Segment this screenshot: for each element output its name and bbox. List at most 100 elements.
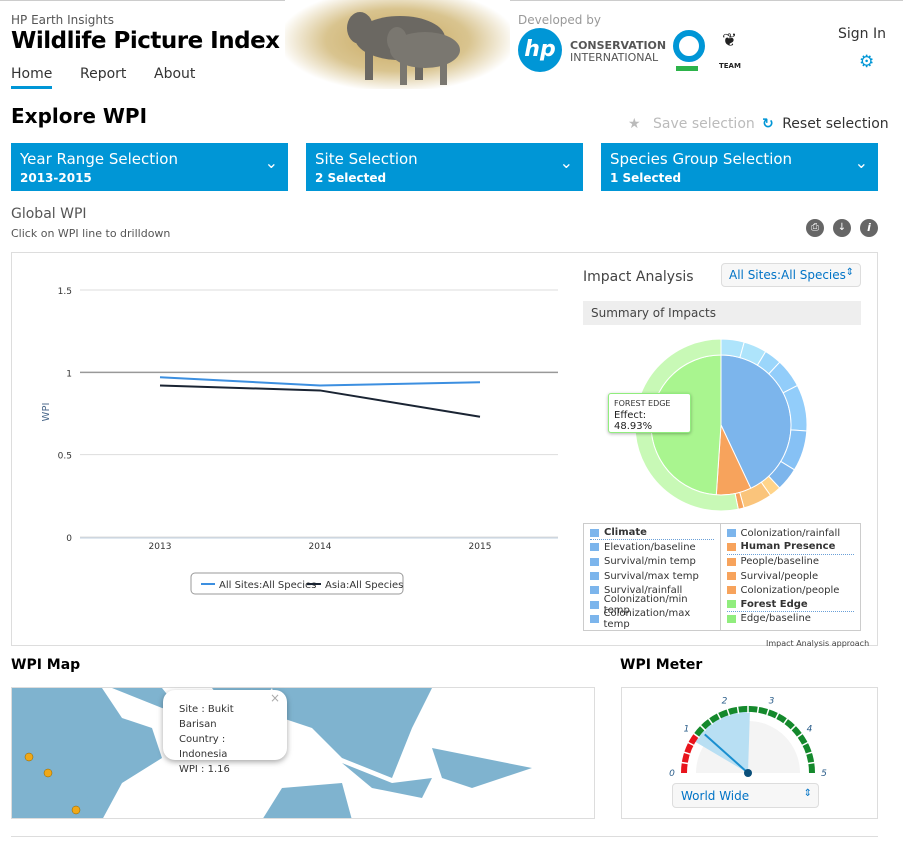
drilldown-hint: Click on WPI line to drilldown [11, 227, 171, 240]
gauge-pivot [744, 769, 752, 777]
legend-swatch [726, 614, 736, 623]
legend-label: Colonization/max temp [603, 607, 691, 630]
popup-site: Site : Bukit Barisan [179, 704, 234, 730]
print-icon[interactable]: ⎙ [806, 219, 824, 237]
legend-swatch [590, 572, 599, 581]
legend-item[interactable]: Colonization/max temp [590, 608, 714, 630]
wpi-meter-title: WPI Meter [620, 657, 703, 673]
legend-item[interactable]: Survival/people [726, 569, 854, 583]
tooltip-value: Effect: 48.93% [614, 410, 653, 432]
wpi-map-title: WPI Map [11, 657, 81, 673]
legend-swatch [726, 542, 736, 551]
gauge-tick-label: 3 [769, 697, 775, 707]
gauge-tick-label: 5 [821, 769, 827, 779]
brand-subtitle: HP Earth Insights [11, 13, 114, 27]
legend-label: Colonization/rainfall [740, 527, 841, 539]
impact-approach-link[interactable]: Impact Analysis approach [766, 639, 869, 648]
legend-swatch [726, 557, 736, 566]
legend-swatch [590, 528, 599, 537]
legend-item[interactable]: Survival/min temp [590, 555, 714, 569]
nav-home[interactable]: Home [11, 66, 53, 89]
ci-logo: CONSERVATION INTERNATIONAL [570, 39, 667, 64]
global-wpi-title: Global WPI [11, 206, 87, 222]
legend-swatch [590, 543, 599, 552]
select-value: All Sites:All Species [729, 268, 846, 282]
legend-item[interactable]: Colonization/rainfall [726, 526, 854, 540]
chevron-down-icon: ⌄ [264, 153, 278, 172]
legend-label: Survival/max temp [604, 570, 699, 582]
x-tick-label: 2015 [469, 542, 492, 552]
download-icon[interactable]: ↓ [833, 219, 851, 237]
popup-country: Country : Indonesia [179, 734, 228, 760]
gauge-tick-label: 2 [722, 697, 728, 707]
legend-label: Survival/people [740, 570, 819, 582]
developed-by: Developed by [518, 13, 601, 27]
nav-report[interactable]: Report [80, 66, 126, 82]
legend-swatch [726, 529, 736, 538]
summary-header: Summary of Impacts [583, 301, 861, 325]
series-line[interactable] [159, 376, 481, 387]
site-dropdown[interactable]: Site Selection 2 Selected ⌄ [306, 143, 583, 191]
hp-logo: hp [518, 28, 562, 72]
legend-label: Forest Edge [740, 598, 808, 610]
legend-swatch [590, 614, 599, 623]
legend-item[interactable]: Colonization/people [726, 583, 854, 597]
dropdown-label: Species Group Selection [610, 150, 793, 168]
region-select[interactable]: World Wide ⇕ [672, 783, 819, 808]
updown-icon: ⇕ [803, 788, 812, 799]
impact-legend: Climate Elevation/baseline Survival/min te… [583, 523, 861, 631]
team-plant-icon: ❦ [722, 30, 738, 51]
close-icon[interactable]: × [270, 691, 280, 706]
elephant-photo [285, 0, 510, 89]
ci-ring-icon [673, 30, 705, 62]
chevron-down-icon: ⌄ [559, 153, 573, 172]
legend-label: People/baseline [740, 556, 819, 568]
legend-item[interactable]: Human Presence [726, 540, 854, 555]
save-selection-button[interactable]: ★ Save selection [628, 116, 755, 132]
dropdown-label: Year Range Selection [20, 150, 178, 168]
legend-label: Colonization/people [740, 584, 840, 596]
legend-swatch [590, 600, 599, 609]
y-tick-label: 0 [66, 534, 72, 544]
app-title: Wildlife Picture Index [11, 28, 280, 54]
legend-item[interactable]: Survival/max temp [590, 569, 714, 583]
legend-item[interactable]: Elevation/baseline [590, 540, 714, 554]
wpi-gauge: 0 1 2 3 4 5 [669, 697, 827, 779]
legend-item[interactable]: Climate [590, 526, 714, 541]
sign-in-link[interactable]: Sign In [838, 26, 886, 42]
legend-swatch [726, 572, 736, 581]
dropdown-value: 2013-2015 [20, 171, 92, 185]
legend-item[interactable]: People/baseline [726, 555, 854, 569]
legend-swatch [590, 586, 599, 595]
legend-label: Asia:All Species [325, 580, 403, 591]
popup-wpi: WPI : 1.16 [179, 764, 230, 775]
y-axis-label: WPI [41, 403, 52, 422]
star-icon: ★ [628, 116, 641, 132]
impact-title: Impact Analysis [583, 269, 694, 285]
legend-label: Climate [604, 527, 647, 539]
gauge-tick-label: 4 [807, 724, 813, 734]
select-value: World Wide [681, 789, 750, 803]
x-tick-label: 2013 [149, 542, 172, 552]
year-range-dropdown[interactable]: Year Range Selection 2013-2015 ⌄ [11, 143, 288, 191]
legend-item[interactable]: Forest Edge [726, 597, 854, 612]
legend-swatch [726, 586, 736, 595]
series-line[interactable] [159, 384, 481, 418]
legend-swatch [726, 600, 736, 609]
reset-selection-button[interactable]: ↻ Reset selection [762, 116, 889, 132]
legend-item[interactable]: Edge/baseline [726, 612, 854, 626]
pie-tooltip: FOREST EDGE Effect: 48.93% [608, 393, 691, 433]
wpi-line-chart[interactable]: 0 0.5 1 1.5 2013 2014 2015 WPI All Sites:All Spe… [11, 252, 581, 646]
explore-title: Explore WPI [11, 104, 148, 128]
wpi-map[interactable] [11, 687, 595, 819]
footer-divider [11, 836, 878, 837]
updown-icon: ⇕ [845, 267, 854, 278]
y-tick-label: 0.5 [58, 452, 72, 462]
info-icon[interactable]: i [860, 219, 878, 237]
gauge-tick-label: 1 [684, 724, 690, 734]
tooltip-title: FOREST EDGE [614, 399, 671, 408]
species-group-dropdown[interactable]: Species Group Selection 1 Selected ⌄ [601, 143, 878, 191]
settings-gear-icon[interactable]: ⚙ [859, 52, 874, 72]
impact-site-select[interactable]: All Sites:All Species ⇕ [721, 263, 861, 287]
nav-about[interactable]: About [154, 66, 195, 82]
